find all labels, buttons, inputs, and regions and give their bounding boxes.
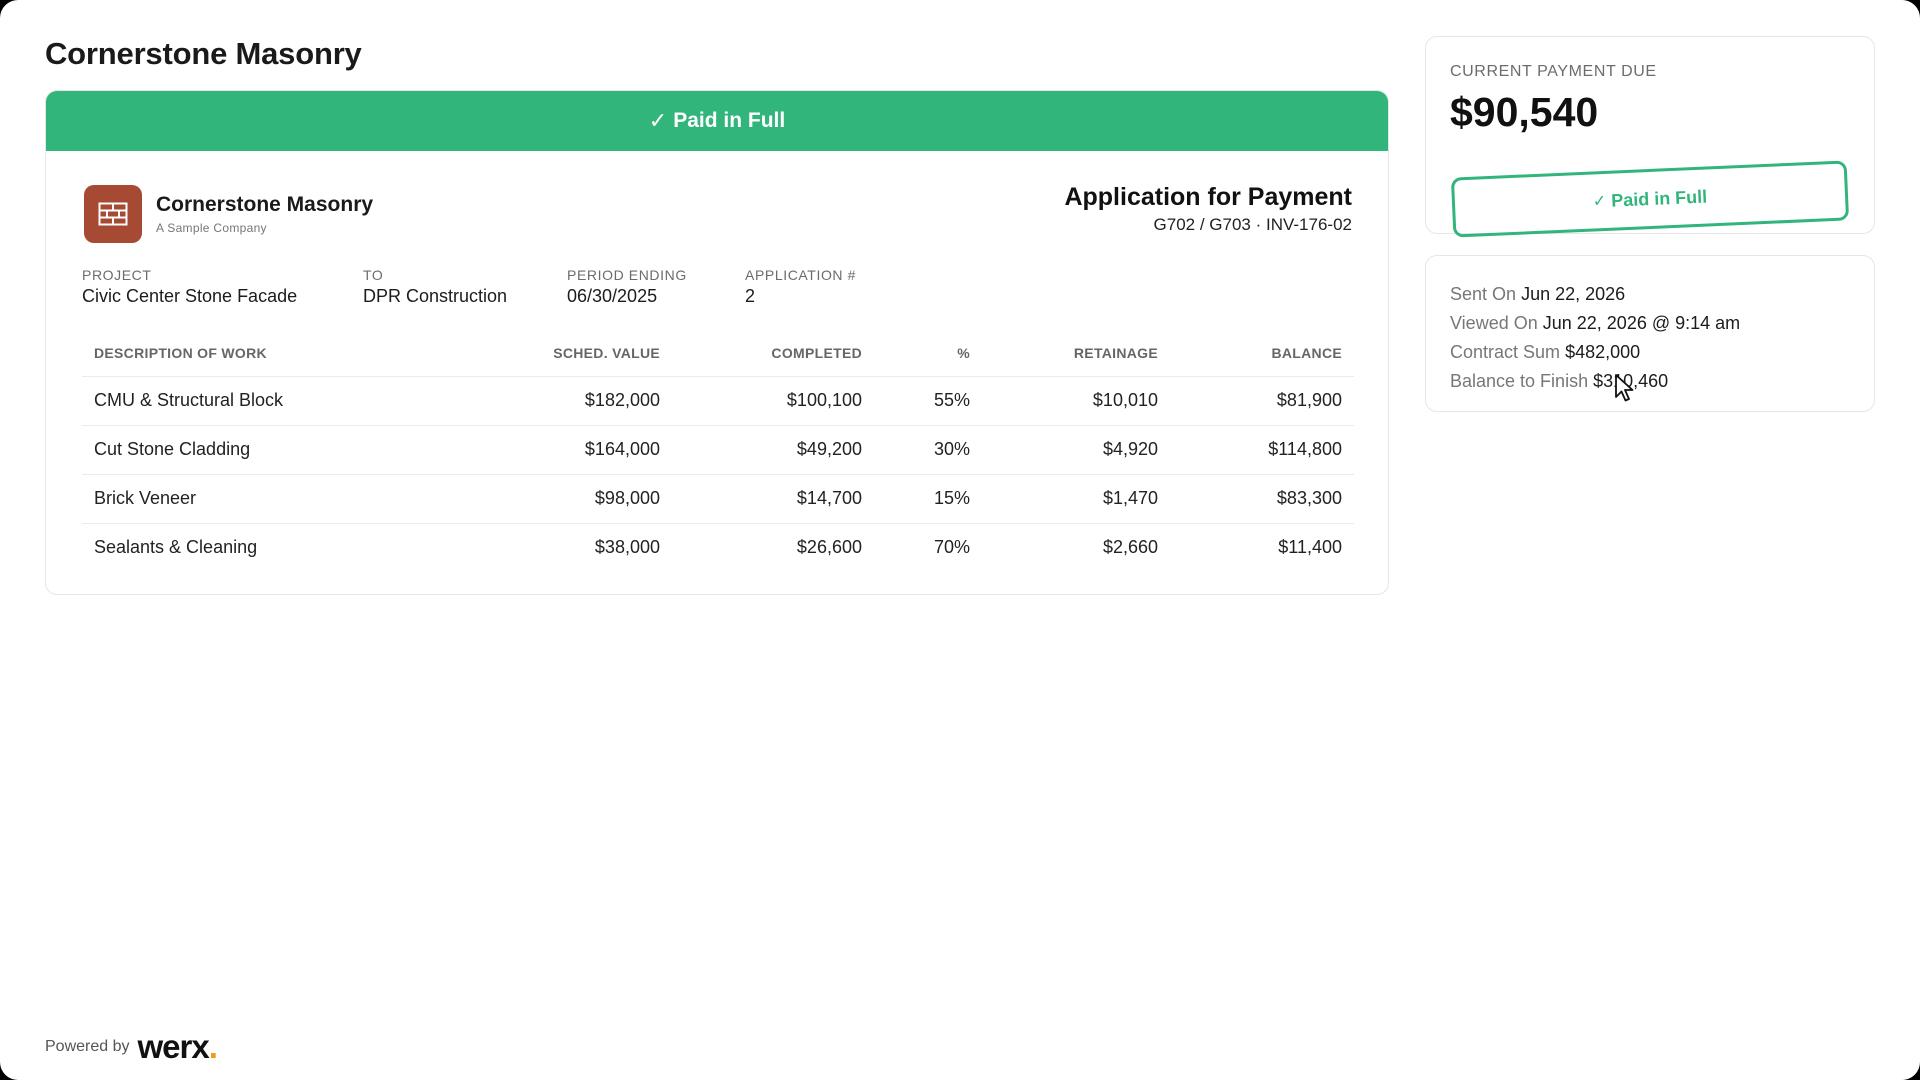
table-header-row: DESCRIPTION OF WORK SCHED. VALUE COMPLET… bbox=[82, 331, 1354, 377]
application-heading: Application for Payment G702 / G703 · IN… bbox=[1064, 183, 1352, 235]
check-icon: ✓ bbox=[648, 108, 668, 133]
meta-project: PROJECT Civic Center Stone Facade bbox=[82, 267, 298, 306]
powered-by-label: Powered by bbox=[45, 1037, 130, 1055]
paid-banner: ✓ Paid in Full bbox=[46, 91, 1388, 151]
paid-banner-label: Paid in Full bbox=[673, 109, 786, 132]
column-header: BALANCE bbox=[1170, 331, 1354, 377]
mouse-pointer-icon bbox=[1614, 373, 1636, 408]
meta-period-ending: PERIOD ENDING 06/30/2025 bbox=[567, 267, 687, 306]
viewed-on-line: Viewed On Jun 22, 2026 @ 9:14 am bbox=[1450, 313, 1741, 333]
balance-to-finish-line: Balance to Finish $310,460 bbox=[1450, 371, 1669, 391]
payment-due-card: CURRENT PAYMENT DUE $90,540 ✓ Paid in Fu… bbox=[1425, 36, 1875, 238]
column-header: SCHED. VALUE bbox=[512, 331, 672, 377]
payment-due-amount: $90,540 bbox=[1450, 89, 1599, 135]
paid-in-full-stamp: ✓ Paid in Full bbox=[1450, 160, 1850, 238]
column-header: COMPLETED bbox=[672, 331, 874, 377]
table-row: CMU & Structural Block $182,000 $100,100… bbox=[82, 376, 1354, 426]
table-row: Sealants & Cleaning $38,000 $26,600 70% … bbox=[94, 537, 1342, 558]
werx-logo[interactable]: werx. bbox=[138, 1030, 218, 1063]
check-icon: ✓ bbox=[1592, 192, 1607, 211]
company-header: Cornerstone Masonry A Sample Company bbox=[84, 185, 373, 243]
brick-wall-icon bbox=[84, 185, 142, 243]
company-subtitle: A Sample Company bbox=[156, 221, 267, 235]
invoice-card: ✓ Paid in Full Cornerstone Masonry A Sam… bbox=[45, 90, 1389, 595]
invoice-details-card: Sent On Jun 22, 2026 Viewed On Jun 22, 2… bbox=[1425, 255, 1875, 412]
column-header: RETAINAGE bbox=[982, 331, 1170, 377]
company-name: Cornerstone Masonry bbox=[156, 193, 374, 216]
powered-by-footer: Powered by werx. bbox=[45, 1030, 218, 1063]
stamp-label: Paid in Full bbox=[1610, 186, 1708, 211]
column-header: DESCRIPTION OF WORK bbox=[82, 331, 512, 377]
table-row: Brick Veneer $98,000 $14,700 15% $1,470 … bbox=[82, 474, 1354, 524]
table-row: Cut Stone Cladding $164,000 $49,200 30% … bbox=[82, 425, 1354, 475]
schedule-of-values-table: DESCRIPTION OF WORK SCHED. VALUE COMPLET… bbox=[82, 331, 1354, 572]
column-header: % bbox=[874, 331, 982, 377]
payment-due-label: CURRENT PAYMENT DUE bbox=[1450, 63, 1657, 80]
meta-application-number: APPLICATION # 2 bbox=[745, 267, 857, 306]
contract-sum-line: Contract Sum $482,000 bbox=[1450, 342, 1641, 362]
app-window: Cornerstone Masonry ✓ Paid in Full Corne… bbox=[0, 0, 1920, 1080]
meta-to: TO DPR Construction bbox=[363, 267, 508, 306]
application-subtitle: G702 / G703 · INV-176-02 bbox=[1153, 215, 1352, 234]
application-title: Application for Payment bbox=[1064, 183, 1352, 211]
page-title: Cornerstone Masonry bbox=[45, 36, 362, 71]
sent-on-line: Sent On Jun 22, 2026 bbox=[1450, 284, 1626, 304]
